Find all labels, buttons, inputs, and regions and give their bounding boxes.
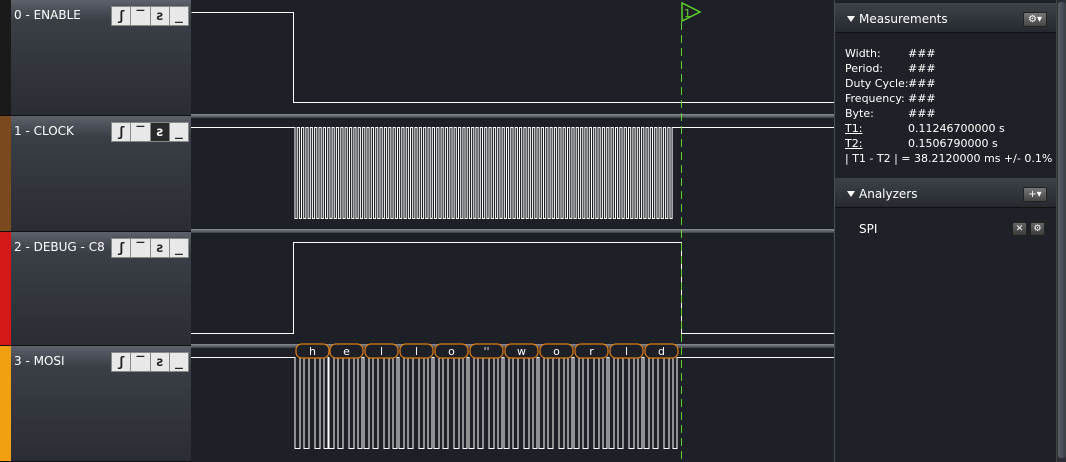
channel-3-header[interactable]: 3 - MOSI ʃ ‾ ƨ _: [0, 346, 191, 462]
low-level-icon[interactable]: _: [170, 239, 188, 257]
decoded-byte[interactable]: w: [504, 343, 539, 359]
plus-icon[interactable]: +▾: [1023, 187, 1047, 202]
measurement-row: T2: 0.1506790000 s: [845, 137, 998, 150]
decoded-byte[interactable]: o: [434, 343, 469, 359]
measurement-row: Duty Cycle:###: [845, 77, 936, 90]
channel-3-waveform: [191, 357, 834, 449]
measurement-row: Period: ###: [845, 62, 936, 75]
channel-3-trigger-group: ʃ ‾ ƨ _: [111, 352, 189, 372]
low-level-icon[interactable]: _: [170, 353, 188, 371]
channel-0-trigger-group: ʃ ‾ ƨ _: [111, 6, 189, 26]
channel-3-color: [0, 346, 11, 461]
measurement-label: Period:: [845, 62, 884, 75]
analyzers-title: Analyzers: [859, 187, 918, 201]
channel-1-header[interactable]: 1 - CLOCK ʃ ‾ ƨ _: [0, 116, 191, 232]
high-level-icon[interactable]: ‾: [131, 123, 151, 141]
timing-marker-label: 1: [684, 7, 691, 20]
decoded-byte[interactable]: r: [574, 343, 609, 359]
measurement-row: Frequency: ###: [845, 92, 936, 105]
measurement-label: Duty Cycle:: [845, 77, 909, 90]
channel-2-color: [0, 232, 11, 345]
spi-decode-layer: h e l l o '' w o r l d: [295, 343, 679, 359]
high-level-icon[interactable]: ‾: [131, 7, 151, 25]
decoded-byte-label: l: [625, 345, 628, 358]
decoded-byte-label: o: [553, 345, 560, 358]
high-level-icon[interactable]: ‾: [131, 239, 151, 257]
measurement-value: ###: [908, 107, 936, 120]
delta-measurement: | T1 - T2 | = 38.2120000 ms +/- 0.1%: [845, 152, 1053, 165]
falling-edge-icon[interactable]: ƨ: [150, 123, 170, 141]
decoded-byte-label: r: [589, 345, 594, 358]
gear-icon[interactable]: ⚙: [1030, 222, 1045, 236]
measurement-row: Width: ###: [845, 47, 936, 60]
channel-0-waveform: [191, 12, 834, 103]
analyzer-spi[interactable]: SPI: [859, 222, 877, 236]
analyzers-header[interactable]: Analyzers +▾: [835, 178, 1057, 208]
measurement-value: ###: [908, 77, 936, 90]
channel-1-trigger-group: ʃ ‾ ƨ _: [111, 122, 189, 142]
scrollbar-thumb[interactable]: [1058, 2, 1066, 458]
measurement-row: T1: 0.11246700000 s: [845, 122, 1005, 135]
measurement-label: Width:: [845, 47, 881, 60]
decoded-byte-label: l: [415, 345, 418, 358]
measurements-title: Measurements: [859, 12, 948, 26]
decoded-byte[interactable]: h: [295, 343, 330, 359]
low-level-icon[interactable]: _: [170, 123, 188, 141]
measurement-value: ###: [908, 62, 936, 75]
falling-edge-icon[interactable]: ƨ: [151, 7, 170, 25]
measurements-header[interactable]: Measurements ⚙▾: [835, 3, 1057, 33]
decoded-byte[interactable]: l: [609, 343, 644, 359]
channel-3-name: 3 - MOSI: [14, 354, 65, 368]
channel-2-header[interactable]: 2 - DEBUG - C8 ʃ ‾ ƨ _: [0, 232, 191, 346]
decoded-byte-label: d: [658, 345, 665, 358]
measurement-row: Byte: ###: [845, 107, 936, 120]
decoded-byte[interactable]: l: [364, 343, 399, 359]
t1-value: 0.11246700000 s: [908, 122, 1005, 135]
channel-2-trigger-group: ʃ ‾ ƨ _: [111, 238, 189, 258]
channel-2-waveform: [191, 242, 834, 334]
high-level-icon[interactable]: ‾: [131, 353, 151, 371]
collapse-arrow-icon[interactable]: [847, 16, 855, 22]
decoded-byte[interactable]: e: [329, 343, 364, 359]
decoded-byte[interactable]: l: [399, 343, 434, 359]
t2-label[interactable]: T2:: [845, 137, 908, 150]
channel-2-name: 2 - DEBUG - C8: [14, 240, 105, 254]
t1-label[interactable]: T1:: [845, 122, 908, 135]
rising-edge-icon[interactable]: ʃ: [112, 123, 132, 141]
channel-1-waveform: [191, 127, 834, 219]
close-icon[interactable]: ✕: [1012, 222, 1027, 236]
decoded-byte[interactable]: d: [644, 343, 679, 359]
measurement-label: Frequency:: [845, 92, 905, 105]
side-panel: Measurements ⚙▾ Width: ### Period: ### Dut…: [834, 0, 1057, 462]
channel-0-header[interactable]: 0 - ENABLE ʃ ‾ ƨ _: [0, 0, 191, 116]
rising-edge-icon[interactable]: ʃ: [112, 239, 132, 257]
channel-1-name: 1 - CLOCK: [14, 124, 74, 138]
vertical-scrollbar[interactable]: [1056, 0, 1066, 462]
decoded-byte-label: o: [448, 345, 455, 358]
decoded-byte[interactable]: o: [539, 343, 574, 359]
decoded-byte-label: e: [343, 345, 350, 358]
low-level-icon[interactable]: _: [170, 7, 188, 25]
channel-1-color: [0, 116, 11, 231]
measurement-value: ###: [908, 47, 936, 60]
measurement-label: Byte:: [845, 107, 874, 120]
t2-value: 0.1506790000 s: [908, 137, 998, 150]
decoded-byte-label: '': [483, 345, 489, 358]
falling-edge-icon[interactable]: ƨ: [151, 353, 170, 371]
channel-0-name: 0 - ENABLE: [14, 8, 81, 22]
falling-edge-icon[interactable]: ƨ: [151, 239, 170, 257]
collapse-arrow-icon[interactable]: [847, 191, 855, 197]
channel-0-color: [0, 0, 11, 115]
waveform-canvas[interactable]: h e l l o '' w o r l d 1: [191, 0, 834, 462]
decoded-byte-label: h: [309, 345, 316, 358]
decoded-byte-label: w: [517, 345, 526, 358]
rising-edge-icon[interactable]: ʃ: [112, 7, 132, 25]
measurement-value: ###: [908, 92, 936, 105]
decoded-byte[interactable]: '': [469, 343, 504, 359]
decoded-byte-label: l: [380, 345, 383, 358]
gear-icon[interactable]: ⚙▾: [1023, 12, 1047, 27]
rising-edge-icon[interactable]: ʃ: [112, 353, 132, 371]
